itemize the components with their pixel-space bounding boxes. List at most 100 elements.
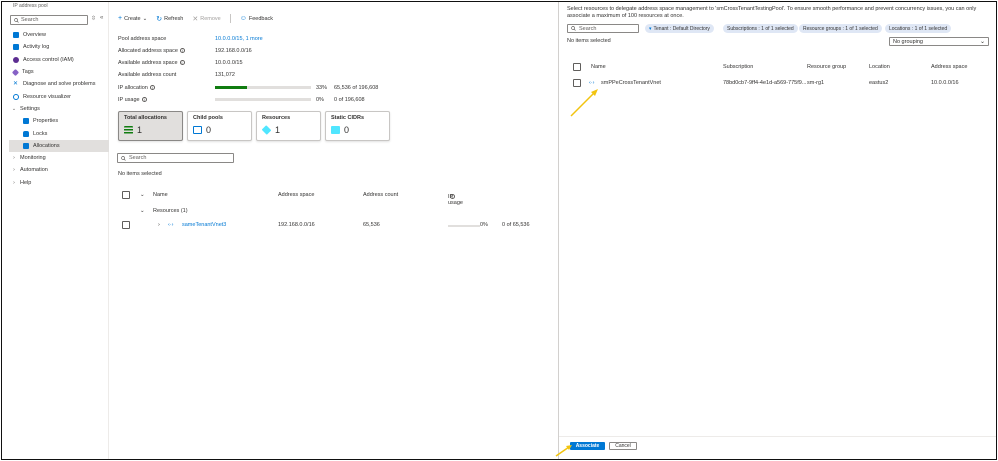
ip-usage-count: 0 of 196,608 — [334, 97, 365, 103]
card-child-pools[interactable]: Child pools 0 — [187, 111, 252, 141]
chevron-down-icon: ⌄ — [142, 15, 148, 22]
ip-usage-mini-bar — [448, 225, 480, 227]
prop-value: 131,072 — [215, 72, 235, 78]
prop-label: Pool address space — [118, 36, 167, 42]
nav-item-activity-log[interactable]: Activity log — [9, 41, 109, 53]
filter-subscriptions[interactable]: Subscriptions : 1 of 1 selected — [723, 24, 798, 33]
close-icon: ✕ — [192, 15, 199, 23]
info-icon[interactable]: i — [141, 97, 147, 103]
column-header-subscription[interactable]: Subscription — [723, 64, 753, 70]
associate-button[interactable]: Associate — [570, 442, 605, 450]
info-icon[interactable]: i — [450, 194, 455, 199]
nav-item-access-control[interactable]: Access control (IAM) — [9, 54, 109, 66]
feedback-label: Feedback — [248, 15, 274, 22]
feedback-button[interactable]: ☺ Feedback — [240, 15, 273, 22]
nav-item-label: Properties — [33, 118, 59, 125]
annotation-arrow-icon — [570, 89, 598, 117]
overview-icon — [13, 32, 19, 39]
address-space-cell: 192.168.0.0/16 — [278, 222, 315, 228]
table-row[interactable]: ‹·› smPPeCrossTenantVnet 78bd0cb7-9ff4-4… — [571, 78, 991, 90]
info-icon[interactable]: i — [179, 48, 185, 54]
allocations-icon — [23, 142, 29, 149]
nav-item-tags[interactable]: Tags — [9, 66, 109, 78]
refresh-label: Refresh — [164, 15, 184, 22]
column-header-name[interactable]: Name — [591, 64, 606, 70]
breadcrumb: IP address pool — [13, 3, 48, 9]
nav-item-label: Tags — [22, 69, 34, 76]
remove-label: Remove — [200, 15, 221, 22]
nav-item-resource-visualizer[interactable]: Resource visualizer — [9, 90, 109, 102]
chevron-right-icon[interactable]: › — [158, 222, 160, 228]
expand-collapse-icon[interactable]: ⇳ — [91, 15, 96, 22]
card-title: Total allocations — [124, 115, 167, 121]
collapse-nav-icon[interactable]: « — [100, 15, 103, 21]
nav-group-monitoring[interactable]: › Monitoring — [9, 152, 109, 164]
card-static-cidrs[interactable]: Static CIDRs 0 — [325, 111, 390, 141]
visualizer-icon — [13, 93, 19, 100]
group-row-resources[interactable]: ⌄ Resources (1) — [118, 207, 318, 217]
select-all-checkbox[interactable] — [573, 63, 581, 71]
pool-icon — [193, 126, 202, 134]
ip-allocation-bar-fill — [215, 86, 247, 89]
pool-address-space-link[interactable]: 10.0.0.0/15, 1 more — [215, 36, 263, 42]
cube-icon — [261, 125, 272, 135]
column-header-location[interactable]: Location — [869, 64, 890, 70]
chevron-right-icon: › — [13, 179, 15, 186]
remove-button[interactable]: ✕ Remove — [192, 15, 220, 23]
available-address-space-row: Available address space i 10.0.0.0/15 — [118, 58, 388, 68]
nav-group-settings[interactable]: ⌄ Settings — [9, 103, 109, 115]
chevron-right-icon: › — [13, 155, 15, 162]
resource-name-cell: smPPeCrossTenantVnet — [601, 80, 661, 86]
resource-group-cell: sm-rg1 — [807, 80, 825, 86]
filter-resource-groups[interactable]: Resource groups : 1 of 1 selected — [799, 24, 882, 33]
column-header-resource-group[interactable]: Resource group — [807, 64, 846, 70]
nav-item-diagnose[interactable]: ✕ Diagnose and solve problems — [9, 78, 109, 90]
ip-usage-count-cell: 0 of 65,536 — [502, 222, 530, 228]
filter-tenant[interactable]: ▾ Tenant : Default Directory — [645, 24, 714, 33]
info-icon[interactable]: i — [149, 85, 155, 91]
vnet-icon: ‹·› — [168, 222, 174, 228]
expand-all-icon[interactable]: ⌄ — [140, 192, 145, 198]
nav-item-label: Resource visualizer — [23, 93, 71, 100]
prop-label: Allocated address space — [118, 48, 178, 54]
card-resources[interactable]: Resources 1 — [256, 111, 321, 141]
search-placeholder: Search — [129, 155, 147, 161]
nav-item-locks[interactable]: Locks — [9, 127, 109, 139]
card-value: 0 — [344, 125, 350, 135]
row-checkbox[interactable] — [122, 221, 130, 229]
panel-grid-header: Name Subscription Resource group Locatio… — [571, 62, 991, 74]
nav-group-help[interactable]: › Help — [9, 177, 109, 189]
column-header-name[interactable]: Name — [153, 192, 168, 198]
chevron-right-icon: › — [13, 167, 15, 174]
column-header-address-space[interactable]: Address space — [931, 64, 967, 70]
plus-icon: + — [118, 15, 123, 22]
column-header-address-count[interactable]: Address count — [363, 192, 398, 198]
command-bar: + Create ⌄ ↻ Refresh ✕ Remove ☺ Feedback — [118, 14, 282, 23]
cidr-icon — [331, 126, 340, 134]
lock-icon — [23, 130, 29, 137]
card-title: Resources — [262, 115, 291, 121]
grouping-dropdown[interactable]: No grouping ⌄ — [889, 37, 989, 46]
create-button[interactable]: + Create ⌄ — [118, 15, 147, 22]
available-address-count-row: Available address count 131,072 — [118, 70, 388, 80]
nav-item-allocations[interactable]: Allocations — [9, 139, 109, 152]
nav-search-input[interactable]: Search — [10, 15, 88, 25]
nav-item-properties[interactable]: Properties — [9, 115, 109, 127]
table-row[interactable]: › ‹·› sameTenantVnet3 192.168.0.0/16 65,… — [118, 220, 550, 232]
filter-locations[interactable]: Locations : 1 of 1 selected — [885, 24, 952, 33]
panel-search-input[interactable]: Search — [567, 24, 639, 33]
nav-item-overview[interactable]: Overview — [9, 29, 109, 41]
select-all-checkbox[interactable] — [122, 191, 130, 199]
nav-group-automation[interactable]: › Automation — [9, 164, 109, 176]
column-header-address-space[interactable]: Address space — [278, 192, 314, 198]
resource-name-link[interactable]: sameTenantVnet3 — [182, 222, 226, 228]
card-total-allocations[interactable]: Total allocations 1 — [118, 111, 183, 141]
refresh-button[interactable]: ↻ Refresh — [156, 15, 183, 23]
properties-icon — [23, 118, 29, 125]
tag-icon — [11, 68, 20, 76]
cancel-button[interactable]: Cancel — [609, 442, 637, 450]
info-icon[interactable]: i — [179, 60, 185, 66]
card-value: 0 — [206, 125, 212, 135]
allocations-search-input[interactable]: Search — [117, 153, 234, 163]
prop-label: IP allocation — [118, 85, 148, 91]
